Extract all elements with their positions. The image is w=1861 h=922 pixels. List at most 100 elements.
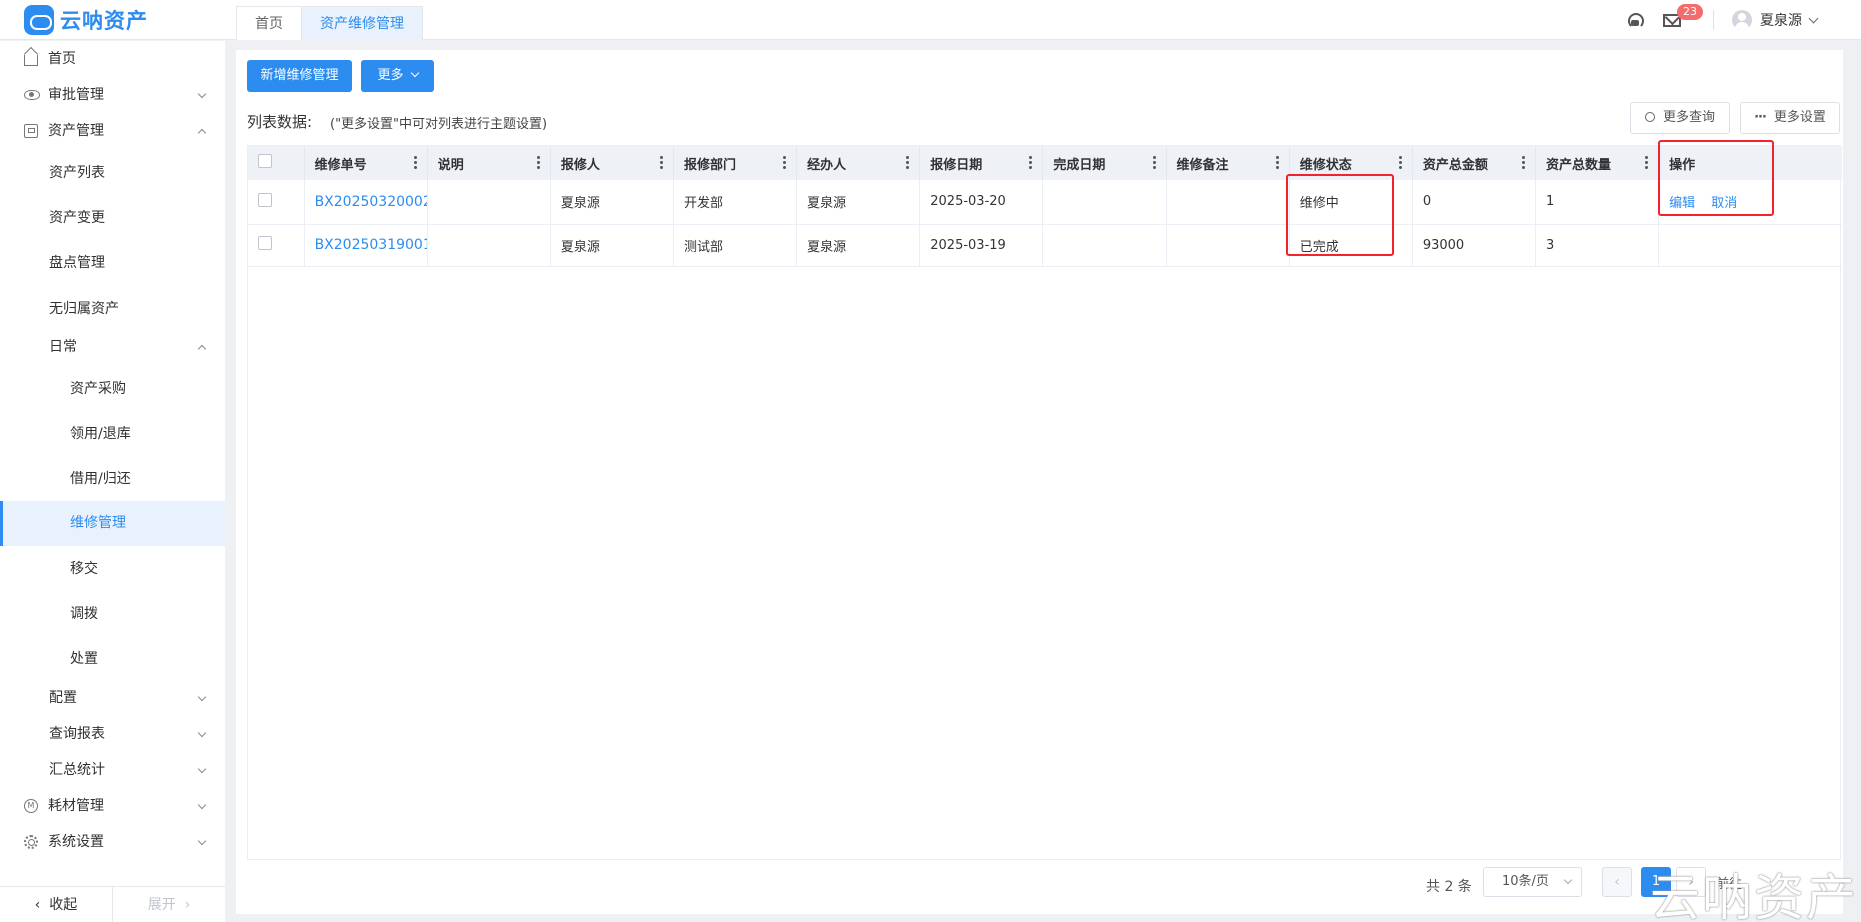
sidebar-item-label: 耗材管理 xyxy=(48,798,104,814)
sidebar-item-label: 查询报表 xyxy=(49,726,105,742)
sidebar-item-allocation[interactable]: 调拨 xyxy=(0,596,225,632)
cell-remark xyxy=(1166,180,1290,225)
sidebar-item-transfer[interactable]: 移交 xyxy=(0,551,225,587)
add-repair-button[interactable]: 新增维修管理 xyxy=(247,60,352,92)
actions-highlight-box xyxy=(1658,140,1774,216)
column-menu-icon[interactable] xyxy=(413,156,417,171)
sidebar-item-asset-management[interactable]: 资产管理 xyxy=(0,113,225,149)
column-header-label: 报修人 xyxy=(560,157,600,173)
sidebar-item-repair-management[interactable]: 维修管理 xyxy=(0,501,225,546)
sidebar-item-borrow-return[interactable]: 借用/归还 xyxy=(0,461,225,497)
user-name[interactable]: 夏泉源 xyxy=(1760,10,1802,30)
sidebar-item-label: 资产变更 xyxy=(49,210,105,226)
chevron-down-icon xyxy=(1563,875,1573,885)
search-icon xyxy=(1644,112,1655,122)
chevron-down-icon[interactable] xyxy=(1808,13,1819,23)
cell-amount: 93000 xyxy=(1412,224,1536,267)
column-menu-icon[interactable] xyxy=(1398,156,1402,171)
cell-remark xyxy=(1166,224,1290,267)
cell-qty: 1 xyxy=(1535,180,1660,225)
column-menu-icon[interactable] xyxy=(1275,156,1279,171)
table-row[interactable]: BX20250319001 夏泉源 测试部 夏泉源 2025-03-19 已完成… xyxy=(248,224,1842,267)
cell-report-date: 2025-03-20 xyxy=(919,180,1044,225)
more-query-button[interactable]: 更多查询 xyxy=(1630,102,1730,134)
sidebar-item-config[interactable]: 配置 xyxy=(0,680,225,716)
header-actions: 23 夏泉源 xyxy=(1627,0,1861,40)
sidebar-item-home[interactable]: 首页 xyxy=(0,41,225,77)
sidebar-item-label: 移交 xyxy=(70,561,98,577)
more-settings-button[interactable]: ··· 更多设置 xyxy=(1740,102,1840,134)
column-menu-icon[interactable] xyxy=(1029,156,1033,171)
page-size-select[interactable]: 10条/页 xyxy=(1483,867,1582,897)
cell-repair-id: BX20250319001 xyxy=(304,224,428,267)
sidebar-item-daily[interactable]: 日常 xyxy=(0,329,225,365)
column-menu-icon[interactable] xyxy=(906,156,910,171)
cell-handler: 夏泉源 xyxy=(796,224,921,267)
cell-finish-date xyxy=(1042,224,1167,267)
column-menu-icon[interactable] xyxy=(659,156,663,171)
headset-icon[interactable] xyxy=(1627,12,1644,29)
row-select-cell xyxy=(248,180,305,225)
tab-asset-repair[interactable]: 资产维修管理 xyxy=(301,6,423,40)
cell-dept: 开发部 xyxy=(673,180,798,225)
sidebar-item-label: 无归属资产 xyxy=(49,301,119,317)
avatar-icon[interactable] xyxy=(1732,10,1752,30)
column-menu-icon[interactable] xyxy=(1521,156,1525,171)
column-header[interactable]: 报修日期 xyxy=(919,146,1044,180)
column-header-label: 维修备注 xyxy=(1176,157,1229,173)
column-header[interactable]: 经办人 xyxy=(796,146,921,180)
notification-badge: 23 xyxy=(1677,3,1703,20)
column-header[interactable]: 资产总金额 xyxy=(1412,146,1536,180)
column-menu-icon[interactable] xyxy=(783,156,787,171)
column-menu-icon[interactable] xyxy=(536,156,540,171)
prev-page-button[interactable]: ‹ xyxy=(1602,867,1632,897)
tab-home[interactable]: 首页 xyxy=(236,6,302,40)
sidebar-item-label: 首页 xyxy=(48,51,76,67)
sidebar-item-label: 资产采购 xyxy=(70,381,126,397)
row-checkbox[interactable] xyxy=(258,236,272,250)
row-select-cell xyxy=(248,224,305,267)
sidebar-item-system-settings[interactable]: 系统设置 xyxy=(0,824,225,860)
column-header[interactable]: 维修备注 xyxy=(1166,146,1290,180)
sidebar-item-approval[interactable]: 审批管理 xyxy=(0,77,225,113)
list-hint: ("更多设置"中可对列表进行主题设置) xyxy=(330,117,548,132)
sidebar-item-disposal[interactable]: 处置 xyxy=(0,641,225,677)
column-menu-icon[interactable] xyxy=(1152,156,1156,171)
top-bar: 云呐资产 首页 资产维修管理 23 夏泉源 xyxy=(0,0,1861,40)
cell-reporter: 夏泉源 xyxy=(550,224,674,267)
sidebar-item-query-reports[interactable]: 查询报表 xyxy=(0,716,225,752)
column-header[interactable]: 完成日期 xyxy=(1042,146,1167,180)
list-title: 列表数据: xyxy=(247,113,313,131)
column-header[interactable]: 报修部门 xyxy=(673,146,798,180)
column-header[interactable]: 说明 xyxy=(427,146,551,180)
column-header[interactable]: 报修人 xyxy=(550,146,674,180)
cell-reporter: 夏泉源 xyxy=(550,180,674,225)
column-header[interactable]: 资产总数量 xyxy=(1535,146,1660,180)
select-all-checkbox[interactable] xyxy=(258,154,272,168)
more-label: 更多 xyxy=(377,68,404,83)
table-row[interactable]: BX20250320002 夏泉源 开发部 夏泉源 2025-03-20 维修中… xyxy=(248,180,1842,225)
column-header[interactable]: 维修单号 xyxy=(304,146,428,180)
sidebar-item-asset-list[interactable]: 资产列表 xyxy=(0,155,225,191)
sidebar-item-asset-change[interactable]: 资产变更 xyxy=(0,200,225,236)
expand-button[interactable]: 展开 › xyxy=(113,887,225,922)
app-logo[interactable]: 云呐资产 xyxy=(24,5,148,35)
column-menu-icon[interactable] xyxy=(1645,156,1649,171)
eye-icon xyxy=(24,90,40,100)
more-dropdown-button[interactable]: 更多 xyxy=(361,60,434,92)
column-header-label: 资产总金额 xyxy=(1422,157,1488,173)
repair-id-link[interactable]: BX20250320002 xyxy=(315,194,427,210)
sidebar-item-receive-return[interactable]: 领用/退库 xyxy=(0,416,225,452)
home-icon xyxy=(24,55,38,66)
column-header-label: 资产总数量 xyxy=(1545,157,1611,173)
collapse-button[interactable]: ‹ 收起 xyxy=(0,887,113,922)
sidebar-item-label: 汇总统计 xyxy=(49,762,105,778)
sidebar-item-inventory[interactable]: 盘点管理 xyxy=(0,245,225,281)
sidebar-item-unassigned-assets[interactable]: 无归属资产 xyxy=(0,291,225,327)
repair-id-link[interactable]: BX20250319001 xyxy=(315,237,427,253)
sidebar-item-summary-stats[interactable]: 汇总统计 xyxy=(0,752,225,788)
mail-icon[interactable]: 23 xyxy=(1663,3,1703,27)
sidebar-item-purchase[interactable]: 资产采购 xyxy=(0,371,225,407)
sidebar-item-consumables[interactable]: M 耗材管理 xyxy=(0,788,225,824)
row-checkbox[interactable] xyxy=(258,192,272,207)
